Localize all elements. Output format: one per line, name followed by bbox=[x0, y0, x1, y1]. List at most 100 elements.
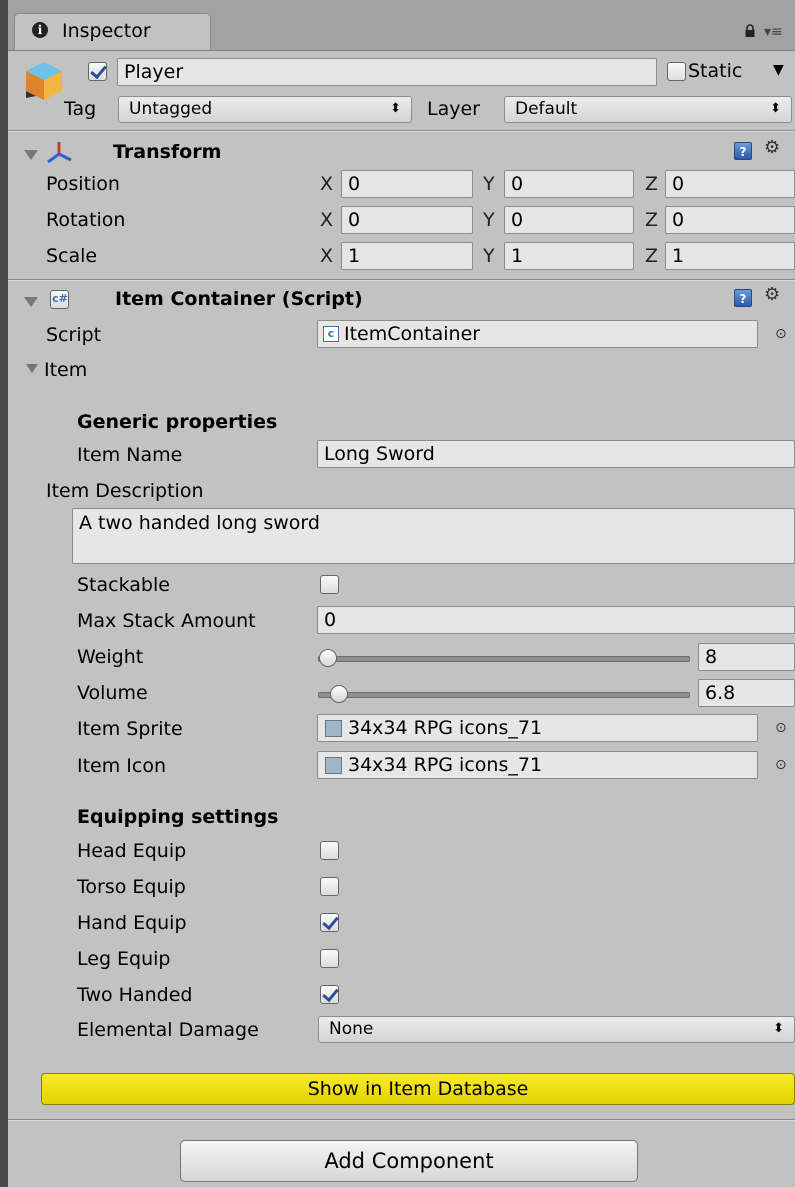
rotation-label: Rotation bbox=[46, 209, 126, 231]
item-icon-value: 34x34 RPG icons_71 bbox=[348, 754, 543, 776]
object-picker-icon[interactable]: ⊙ bbox=[775, 720, 787, 736]
lock-icon[interactable] bbox=[743, 24, 757, 38]
item-sprite-field[interactable]: 34x34 RPG icons_71 bbox=[317, 714, 758, 742]
active-checkbox[interactable] bbox=[88, 62, 107, 81]
axis-z-label[interactable]: Z bbox=[645, 173, 658, 195]
script-value: ItemContainer bbox=[344, 323, 481, 345]
tab-label: Inspector bbox=[62, 20, 151, 42]
help-book-icon[interactable]: ? bbox=[734, 289, 752, 307]
leg-equip-checkbox[interactable] bbox=[320, 949, 339, 968]
stackable-checkbox[interactable] bbox=[320, 575, 339, 594]
volume-slider-track[interactable] bbox=[318, 692, 690, 698]
position-label: Position bbox=[46, 173, 120, 195]
scale-label: Scale bbox=[46, 245, 98, 267]
static-dropdown-icon[interactable]: ▼ bbox=[773, 62, 784, 78]
static-label: Static bbox=[688, 60, 743, 82]
transform-icon bbox=[47, 142, 72, 164]
cube-icon bbox=[26, 62, 62, 100]
script-label: Script bbox=[46, 324, 102, 346]
hand-equip-label: Hand Equip bbox=[77, 912, 187, 934]
item-foldout-arrow[interactable] bbox=[26, 364, 38, 373]
static-checkbox[interactable] bbox=[667, 62, 686, 81]
layer-value: Default bbox=[515, 99, 578, 119]
weight-slider-track[interactable] bbox=[318, 656, 690, 662]
two-handed-checkbox[interactable] bbox=[320, 985, 339, 1004]
axis-z-label[interactable]: Z bbox=[645, 209, 658, 231]
tag-label: Tag bbox=[64, 98, 97, 120]
item-sprite-label: Item Sprite bbox=[77, 718, 183, 740]
transform-foldout-arrow[interactable] bbox=[24, 150, 38, 160]
object-picker-icon[interactable]: ⊙ bbox=[775, 326, 787, 342]
script-component-title[interactable]: Item Container (Script) bbox=[115, 288, 363, 310]
volume-slider-thumb[interactable] bbox=[330, 685, 348, 703]
volume-field[interactable]: 6.8 bbox=[698, 679, 795, 707]
hand-equip-checkbox[interactable] bbox=[320, 913, 339, 932]
weight-field[interactable]: 8 bbox=[698, 643, 795, 671]
axis-y-label[interactable]: Y bbox=[483, 209, 495, 231]
item-icon-field[interactable]: 34x34 RPG icons_71 bbox=[317, 751, 758, 779]
weight-label: Weight bbox=[77, 646, 144, 668]
elemental-damage-value: None bbox=[329, 1019, 374, 1039]
axis-x-label[interactable]: X bbox=[320, 245, 333, 267]
item-name-field[interactable]: Long Sword bbox=[317, 440, 795, 468]
item-sprite-value: 34x34 RPG icons_71 bbox=[348, 717, 543, 739]
torso-equip-checkbox[interactable] bbox=[320, 877, 339, 896]
script-field[interactable]: ItemContainer bbox=[317, 320, 758, 348]
leg-equip-label: Leg Equip bbox=[77, 948, 171, 970]
torso-equip-label: Torso Equip bbox=[77, 876, 186, 898]
dropdown-arrow-icon: ⬍ bbox=[390, 101, 401, 116]
elemental-damage-label: Elemental Damage bbox=[77, 1019, 259, 1041]
item-name-label: Item Name bbox=[77, 444, 183, 466]
tag-value: Untagged bbox=[129, 99, 213, 119]
position-z-field[interactable]: 0 bbox=[665, 170, 795, 198]
max-stack-amount-field[interactable]: 0 bbox=[317, 606, 795, 634]
item-description-label: Item Description bbox=[46, 480, 204, 502]
help-book-icon[interactable]: ? bbox=[734, 142, 752, 160]
item-description-textarea[interactable]: A two handed long sword bbox=[72, 508, 795, 564]
position-x-field[interactable]: 0 bbox=[341, 170, 473, 198]
volume-label: Volume bbox=[77, 682, 148, 704]
scale-y-field[interactable]: 1 bbox=[504, 242, 634, 270]
scale-z-field[interactable]: 1 bbox=[665, 242, 795, 270]
csharp-script-icon: c bbox=[323, 326, 339, 342]
weight-slider-thumb[interactable] bbox=[319, 649, 337, 667]
stackable-label: Stackable bbox=[77, 574, 170, 596]
layer-label: Layer bbox=[427, 98, 480, 120]
transform-title[interactable]: Transform bbox=[113, 141, 221, 163]
item-icon-label: Item Icon bbox=[77, 755, 167, 777]
gear-icon[interactable]: ⚙ bbox=[764, 284, 780, 305]
show-in-item-database-button[interactable]: Show in Item Database bbox=[41, 1073, 795, 1105]
axis-x-label[interactable]: X bbox=[320, 209, 333, 231]
two-handed-label: Two Handed bbox=[77, 984, 193, 1006]
item-foldout-label[interactable]: Item bbox=[44, 359, 87, 381]
generic-properties-header: Generic properties bbox=[77, 411, 278, 433]
object-picker-icon[interactable]: ⊙ bbox=[775, 757, 787, 773]
max-stack-amount-label: Max Stack Amount bbox=[77, 610, 256, 632]
rotation-z-field[interactable]: 0 bbox=[665, 206, 795, 234]
gameobject-name-input[interactable]: Player bbox=[117, 58, 657, 86]
axis-x-label[interactable]: X bbox=[320, 173, 333, 195]
divider bbox=[8, 280, 795, 281]
head-equip-checkbox[interactable] bbox=[320, 841, 339, 860]
divider bbox=[8, 131, 795, 132]
dropdown-arrow-icon: ⬍ bbox=[770, 101, 781, 116]
context-menu-icon[interactable]: ▾≡ bbox=[764, 24, 783, 40]
layer-dropdown[interactable]: Default ⬍ bbox=[504, 96, 792, 123]
sprite-icon bbox=[325, 720, 342, 737]
dropdown-arrow-icon: ⬍ bbox=[773, 1021, 784, 1036]
rotation-x-field[interactable]: 0 bbox=[341, 206, 473, 234]
add-component-button[interactable]: Add Component bbox=[180, 1140, 638, 1182]
gear-icon[interactable]: ⚙ bbox=[764, 137, 780, 158]
head-equip-label: Head Equip bbox=[77, 840, 187, 862]
window-edge bbox=[0, 0, 8, 1187]
axis-y-label[interactable]: Y bbox=[483, 245, 495, 267]
scale-x-field[interactable]: 1 bbox=[341, 242, 473, 270]
equipping-settings-header: Equipping settings bbox=[77, 806, 279, 828]
script-component-foldout-arrow[interactable] bbox=[24, 297, 38, 307]
position-y-field[interactable]: 0 bbox=[504, 170, 634, 198]
axis-y-label[interactable]: Y bbox=[483, 173, 495, 195]
elemental-damage-dropdown[interactable]: None ⬍ bbox=[318, 1016, 795, 1043]
axis-z-label[interactable]: Z bbox=[645, 245, 658, 267]
rotation-y-field[interactable]: 0 bbox=[504, 206, 634, 234]
tag-dropdown[interactable]: Untagged ⬍ bbox=[118, 96, 412, 123]
